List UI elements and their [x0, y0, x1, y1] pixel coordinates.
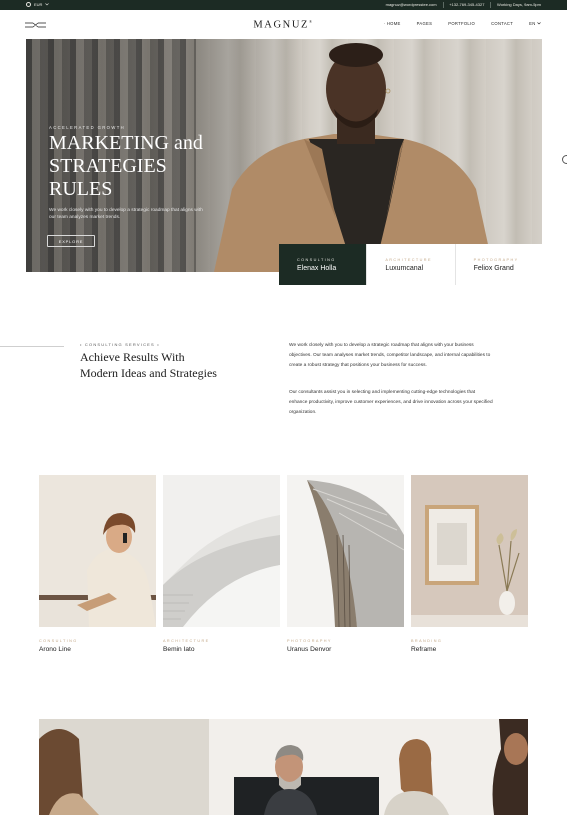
nav-home[interactable]: · HOME	[384, 21, 401, 26]
project-card-reframe[interactable]: BRANDING Reframe	[411, 475, 528, 653]
currency-label: EUR	[34, 2, 43, 7]
project-image-woman-on-phone	[39, 475, 156, 627]
chevron-down-icon	[537, 22, 541, 25]
about-heading: Achieve Results With Modern Ideas and St…	[80, 350, 217, 381]
hero-title-line: RULES	[49, 178, 113, 200]
nav-pages[interactable]: PAGES	[417, 21, 433, 26]
project-title: Uranus Denvor	[287, 646, 332, 653]
working-hours: Working Days, 9am-5pm	[497, 2, 541, 7]
card-category: PHOTOGRAPHY	[473, 258, 519, 262]
team-meeting-image	[39, 719, 528, 815]
main-nav: · HOME PAGES PORTFOLIO CONTACT EN	[384, 21, 541, 26]
logo-mark: ®	[309, 19, 314, 24]
about-heading-line: Modern Ideas and Strategies	[80, 365, 217, 380]
scroll-indicator-icon[interactable]	[562, 155, 567, 164]
hero-description: We work closely with you to develop a st…	[49, 208, 203, 220]
email-link[interactable]: magnuz@wordpresstee.com	[386, 2, 437, 8]
project-title: Arono Line	[39, 646, 71, 653]
project-title: Bemin Iato	[163, 646, 195, 653]
project-category: ARCHITECTURE	[163, 639, 210, 643]
hero-title: MARKETING and STRATEGIES RULES	[49, 132, 269, 201]
chevron-down-icon	[45, 3, 50, 6]
project-category: BRANDING	[411, 639, 443, 643]
phone-link[interactable]: +132-769-345-4327	[449, 2, 484, 8]
project-card-arono-line[interactable]: CONSULTING Arono Line	[39, 475, 156, 653]
hero-category-cards: CONSULTING Elenax Holla ARCHITECTURE Lux…	[279, 244, 542, 285]
hero-title-line: MARKETING and	[49, 132, 203, 154]
project-image-staircase	[163, 475, 280, 627]
currency-switcher[interactable]: EUR	[26, 2, 50, 7]
language-switcher[interactable]: EN	[529, 21, 541, 26]
project-category: CONSULTING	[39, 639, 78, 643]
about-paragraph: We work closely with you to develop a st…	[289, 343, 491, 368]
nav-contact[interactable]: CONTACT	[491, 21, 513, 26]
explore-button[interactable]: EXPLORE	[47, 235, 95, 247]
card-title: Elenax Holla	[297, 265, 337, 272]
contact-info: magnuz@wordpresstee.com +132-769-345-432…	[386, 2, 541, 8]
category-card-consulting[interactable]: CONSULTING Elenax Holla	[279, 244, 368, 285]
card-title: Feliox Grand	[473, 265, 514, 272]
divider	[490, 2, 492, 8]
project-image-framed-art	[411, 475, 528, 627]
about-heading-line: Achieve Results With	[80, 350, 185, 364]
about-eyebrow-label: CONSULTING SERVICES	[84, 342, 155, 347]
card-title: Luxumcanal	[385, 265, 424, 272]
project-card-uranus-denvor[interactable]: PHOTOGRAPHY Uranus Denvor	[287, 475, 405, 653]
divider	[442, 2, 444, 8]
hero-title-line: STRATEGIES	[49, 155, 167, 177]
globe-icon	[26, 2, 31, 7]
decorative-line	[0, 346, 64, 347]
hero-eyebrow: ACCELERATED GROWTH	[49, 125, 126, 130]
about-paragraph: Our consultants assist you in selecting …	[289, 390, 493, 415]
language-label: EN	[529, 21, 536, 26]
project-title: Reframe	[411, 646, 437, 653]
card-category: ARCHITECTURE	[385, 258, 432, 262]
about-eyebrow: • CONSULTING SERVICES •	[80, 342, 160, 347]
nav-portfolio[interactable]: PORTFOLIO	[448, 21, 475, 26]
category-card-architecture[interactable]: ARCHITECTURE Luxumcanal	[367, 244, 456, 285]
top-bar: EUR magnuz@wordpresstee.com +132-769-345…	[0, 0, 567, 10]
logo-text: MAGNUZ	[253, 19, 310, 31]
card-category: CONSULTING	[297, 258, 336, 262]
hero-banner: ACCELERATED GROWTH MARKETING and STRATEG…	[26, 39, 542, 272]
site-header: MAGNUZ® · HOME PAGES PORTFOLIO CONTACT E…	[0, 10, 567, 39]
project-image-architecture-shell	[287, 475, 405, 628]
project-card-bemin-iato[interactable]: ARCHITECTURE Bemin Iato	[163, 475, 280, 653]
category-card-photography[interactable]: PHOTOGRAPHY Feliox Grand	[455, 244, 542, 285]
project-category: PHOTOGRAPHY	[287, 639, 332, 643]
nav-home-label: HOME	[386, 21, 401, 26]
